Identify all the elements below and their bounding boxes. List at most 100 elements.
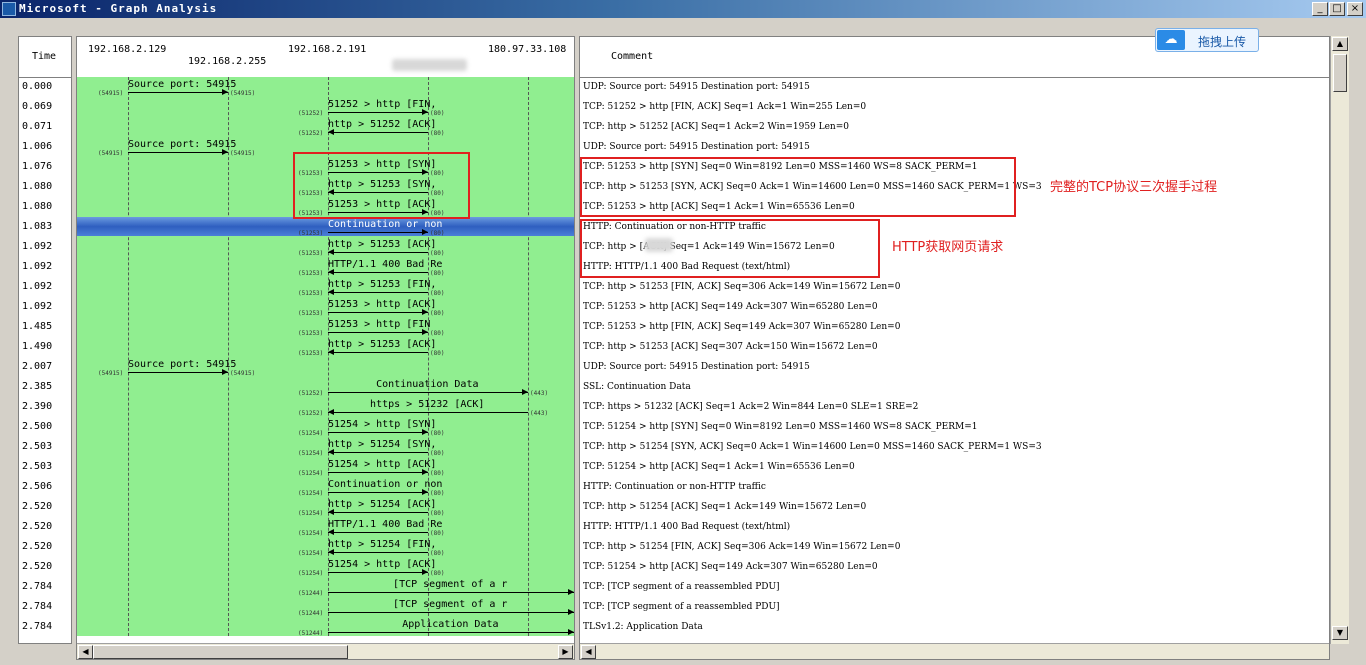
maximize-button[interactable]: □ xyxy=(1329,2,1345,16)
port-label: (80) xyxy=(430,490,445,497)
flow-arrow[interactable] xyxy=(128,372,228,373)
flow-arrow[interactable] xyxy=(328,292,428,293)
comment-cell[interactable]: TCP: 51254 > http [ACK] Seq=1 Ack=1 Win=… xyxy=(583,462,855,472)
time-cell[interactable]: 1.092 xyxy=(22,281,52,292)
time-cell[interactable]: 2.520 xyxy=(22,541,52,552)
time-cell[interactable]: 2.385 xyxy=(22,381,52,392)
port-label: (51252) xyxy=(298,130,324,137)
comment-cell[interactable]: UDP: Source port: 54915 Destination port… xyxy=(583,362,810,372)
flow-arrow[interactable] xyxy=(328,272,428,273)
time-cell[interactable]: 2.007 xyxy=(22,361,52,372)
upload-button[interactable]: ☁ 拖拽上传 xyxy=(1155,28,1259,52)
comment-cell[interactable]: HTTP: Continuation or non-HTTP traffic xyxy=(583,482,766,492)
flow-arrow[interactable] xyxy=(328,512,428,513)
comment-cell[interactable]: TCP: http > 51252 [ACK] Seq=1 Ack=2 Win=… xyxy=(583,122,849,132)
time-cell[interactable]: 2.784 xyxy=(22,581,52,592)
time-cell[interactable]: 1.092 xyxy=(22,241,52,252)
port-label: (80) xyxy=(430,470,445,477)
comment-cell[interactable]: TCP: [TCP segment of a reassembled PDU] xyxy=(583,582,780,592)
scroll-thumb[interactable] xyxy=(93,645,348,659)
minimize-button[interactable]: _ xyxy=(1312,2,1328,16)
comment-cell[interactable]: SSL: Continuation Data xyxy=(583,382,691,392)
flow-arrow[interactable] xyxy=(328,452,428,453)
time-cell[interactable]: 1.485 xyxy=(22,321,52,332)
flow-arrow[interactable] xyxy=(128,92,228,93)
port-label: (51254) xyxy=(298,490,324,497)
time-cell[interactable]: 1.092 xyxy=(22,261,52,272)
time-cell[interactable]: 0.069 xyxy=(22,101,52,112)
comment-cell[interactable]: TCP: 51252 > http [FIN, ACK] Seq=1 Ack=1… xyxy=(583,102,866,112)
comment-cell[interactable]: HTTP: HTTP/1.1 400 Bad Request (text/htm… xyxy=(583,522,790,532)
flow-arrow[interactable] xyxy=(328,532,428,533)
flow-arrow[interactable] xyxy=(328,352,428,353)
graph-horizontal-scrollbar[interactable]: ◀ ▶ xyxy=(77,643,574,659)
upload-label: 拖拽上传 xyxy=(1198,35,1247,49)
time-cell[interactable]: 2.784 xyxy=(22,601,52,612)
scroll-thumb[interactable] xyxy=(1333,54,1347,92)
time-cell[interactable]: 0.071 xyxy=(22,121,52,132)
vertical-scrollbar[interactable]: ▲ ▼ xyxy=(1330,36,1349,644)
flow-arrow[interactable] xyxy=(328,132,428,133)
time-cell[interactable]: 2.520 xyxy=(22,501,52,512)
time-cell[interactable]: 2.390 xyxy=(22,401,52,412)
time-cell[interactable]: 1.080 xyxy=(22,181,52,192)
time-cell[interactable]: 2.503 xyxy=(22,461,52,472)
flow-arrow[interactable] xyxy=(328,392,528,393)
flow-arrow[interactable] xyxy=(328,432,428,433)
time-cell[interactable]: 1.080 xyxy=(22,201,52,212)
flow-arrow[interactable] xyxy=(328,412,528,413)
port-label: (80) xyxy=(430,130,445,137)
comment-cell[interactable]: TCP: [TCP segment of a reassembled PDU] xyxy=(583,602,780,612)
time-cell[interactable]: 0.000 xyxy=(22,81,52,92)
comment-cell[interactable]: TCP: http > 51254 [ACK] Seq=1 Ack=149 Wi… xyxy=(583,502,866,512)
comment-cell[interactable]: TCP: https > 51232 [ACK] Seq=1 Ack=2 Win… xyxy=(583,402,918,412)
arrow-label: Source port: 54915 xyxy=(128,359,237,370)
port-label: (51244) xyxy=(298,630,324,637)
time-cell[interactable]: 1.076 xyxy=(22,161,52,172)
comment-cell[interactable]: TCP: 51253 > http [FIN, ACK] Seq=149 Ack… xyxy=(583,322,900,332)
scroll-up-button[interactable]: ▲ xyxy=(1332,37,1348,51)
flow-arrow[interactable] xyxy=(328,612,574,613)
scroll-left-button[interactable]: ◀ xyxy=(78,645,93,659)
comment-horizontal-scrollbar[interactable]: ◀ xyxy=(580,643,1329,659)
comment-cell[interactable]: UDP: Source port: 54915 Destination port… xyxy=(583,82,810,92)
time-cell[interactable]: 2.520 xyxy=(22,521,52,532)
flow-arrow[interactable] xyxy=(128,152,228,153)
flow-arrow[interactable] xyxy=(328,252,428,253)
time-cell[interactable]: 2.506 xyxy=(22,481,52,492)
comment-cell[interactable]: TCP: 51254 > http [SYN] Seq=0 Win=8192 L… xyxy=(583,422,978,432)
flow-arrow[interactable] xyxy=(328,632,574,633)
comment-cell[interactable]: TCP: 51253 > http [ACK] Seq=149 Ack=307 … xyxy=(583,302,878,312)
arrow-label: [TCP segment of a r xyxy=(393,579,508,590)
time-cell[interactable]: 1.092 xyxy=(22,301,52,312)
flow-arrow[interactable] xyxy=(328,112,428,113)
comment-cell[interactable]: TCP: http > 51254 [FIN, ACK] Seq=306 Ack… xyxy=(583,542,900,552)
flow-arrow[interactable] xyxy=(328,552,428,553)
comment-cell[interactable]: TCP: 51254 > http [ACK] Seq=149 Ack=307 … xyxy=(583,562,878,572)
handshake-annotation: 完整的TCP协议三次握手过程 xyxy=(1050,180,1218,195)
scroll-right-button[interactable]: ▶ xyxy=(558,645,573,659)
time-cell[interactable]: 1.083 xyxy=(22,221,52,232)
flow-arrow[interactable] xyxy=(328,572,428,573)
flow-arrow[interactable] xyxy=(328,232,428,233)
flow-arrow[interactable] xyxy=(328,492,428,493)
flow-arrow[interactable] xyxy=(328,312,428,313)
scroll-left-button[interactable]: ◀ xyxy=(581,645,596,659)
close-button[interactable]: × xyxy=(1347,2,1363,16)
time-cell[interactable]: 1.490 xyxy=(22,341,52,352)
flow-arrow[interactable] xyxy=(328,592,574,593)
scroll-down-button[interactable]: ▼ xyxy=(1332,626,1348,640)
comment-cell[interactable]: TCP: http > 51254 [SYN, ACK] Seq=0 Ack=1… xyxy=(583,442,1042,452)
time-cell[interactable]: 1.006 xyxy=(22,141,52,152)
comment-cell[interactable]: TCP: http > 51253 [ACK] Seq=307 Ack=150 … xyxy=(583,342,878,352)
flow-arrow[interactable] xyxy=(328,332,428,333)
port-label: (51254) xyxy=(298,470,324,477)
time-cell[interactable]: 2.500 xyxy=(22,421,52,432)
flow-arrow[interactable] xyxy=(328,472,428,473)
comment-cell[interactable]: TLSv1.2: Application Data xyxy=(583,622,703,632)
comment-cell[interactable]: UDP: Source port: 54915 Destination port… xyxy=(583,142,810,152)
time-cell[interactable]: 2.520 xyxy=(22,561,52,572)
comment-cell[interactable]: TCP: http > 51253 [FIN, ACK] Seq=306 Ack… xyxy=(583,282,900,292)
time-cell[interactable]: 2.784 xyxy=(22,621,52,632)
time-cell[interactable]: 2.503 xyxy=(22,441,52,452)
